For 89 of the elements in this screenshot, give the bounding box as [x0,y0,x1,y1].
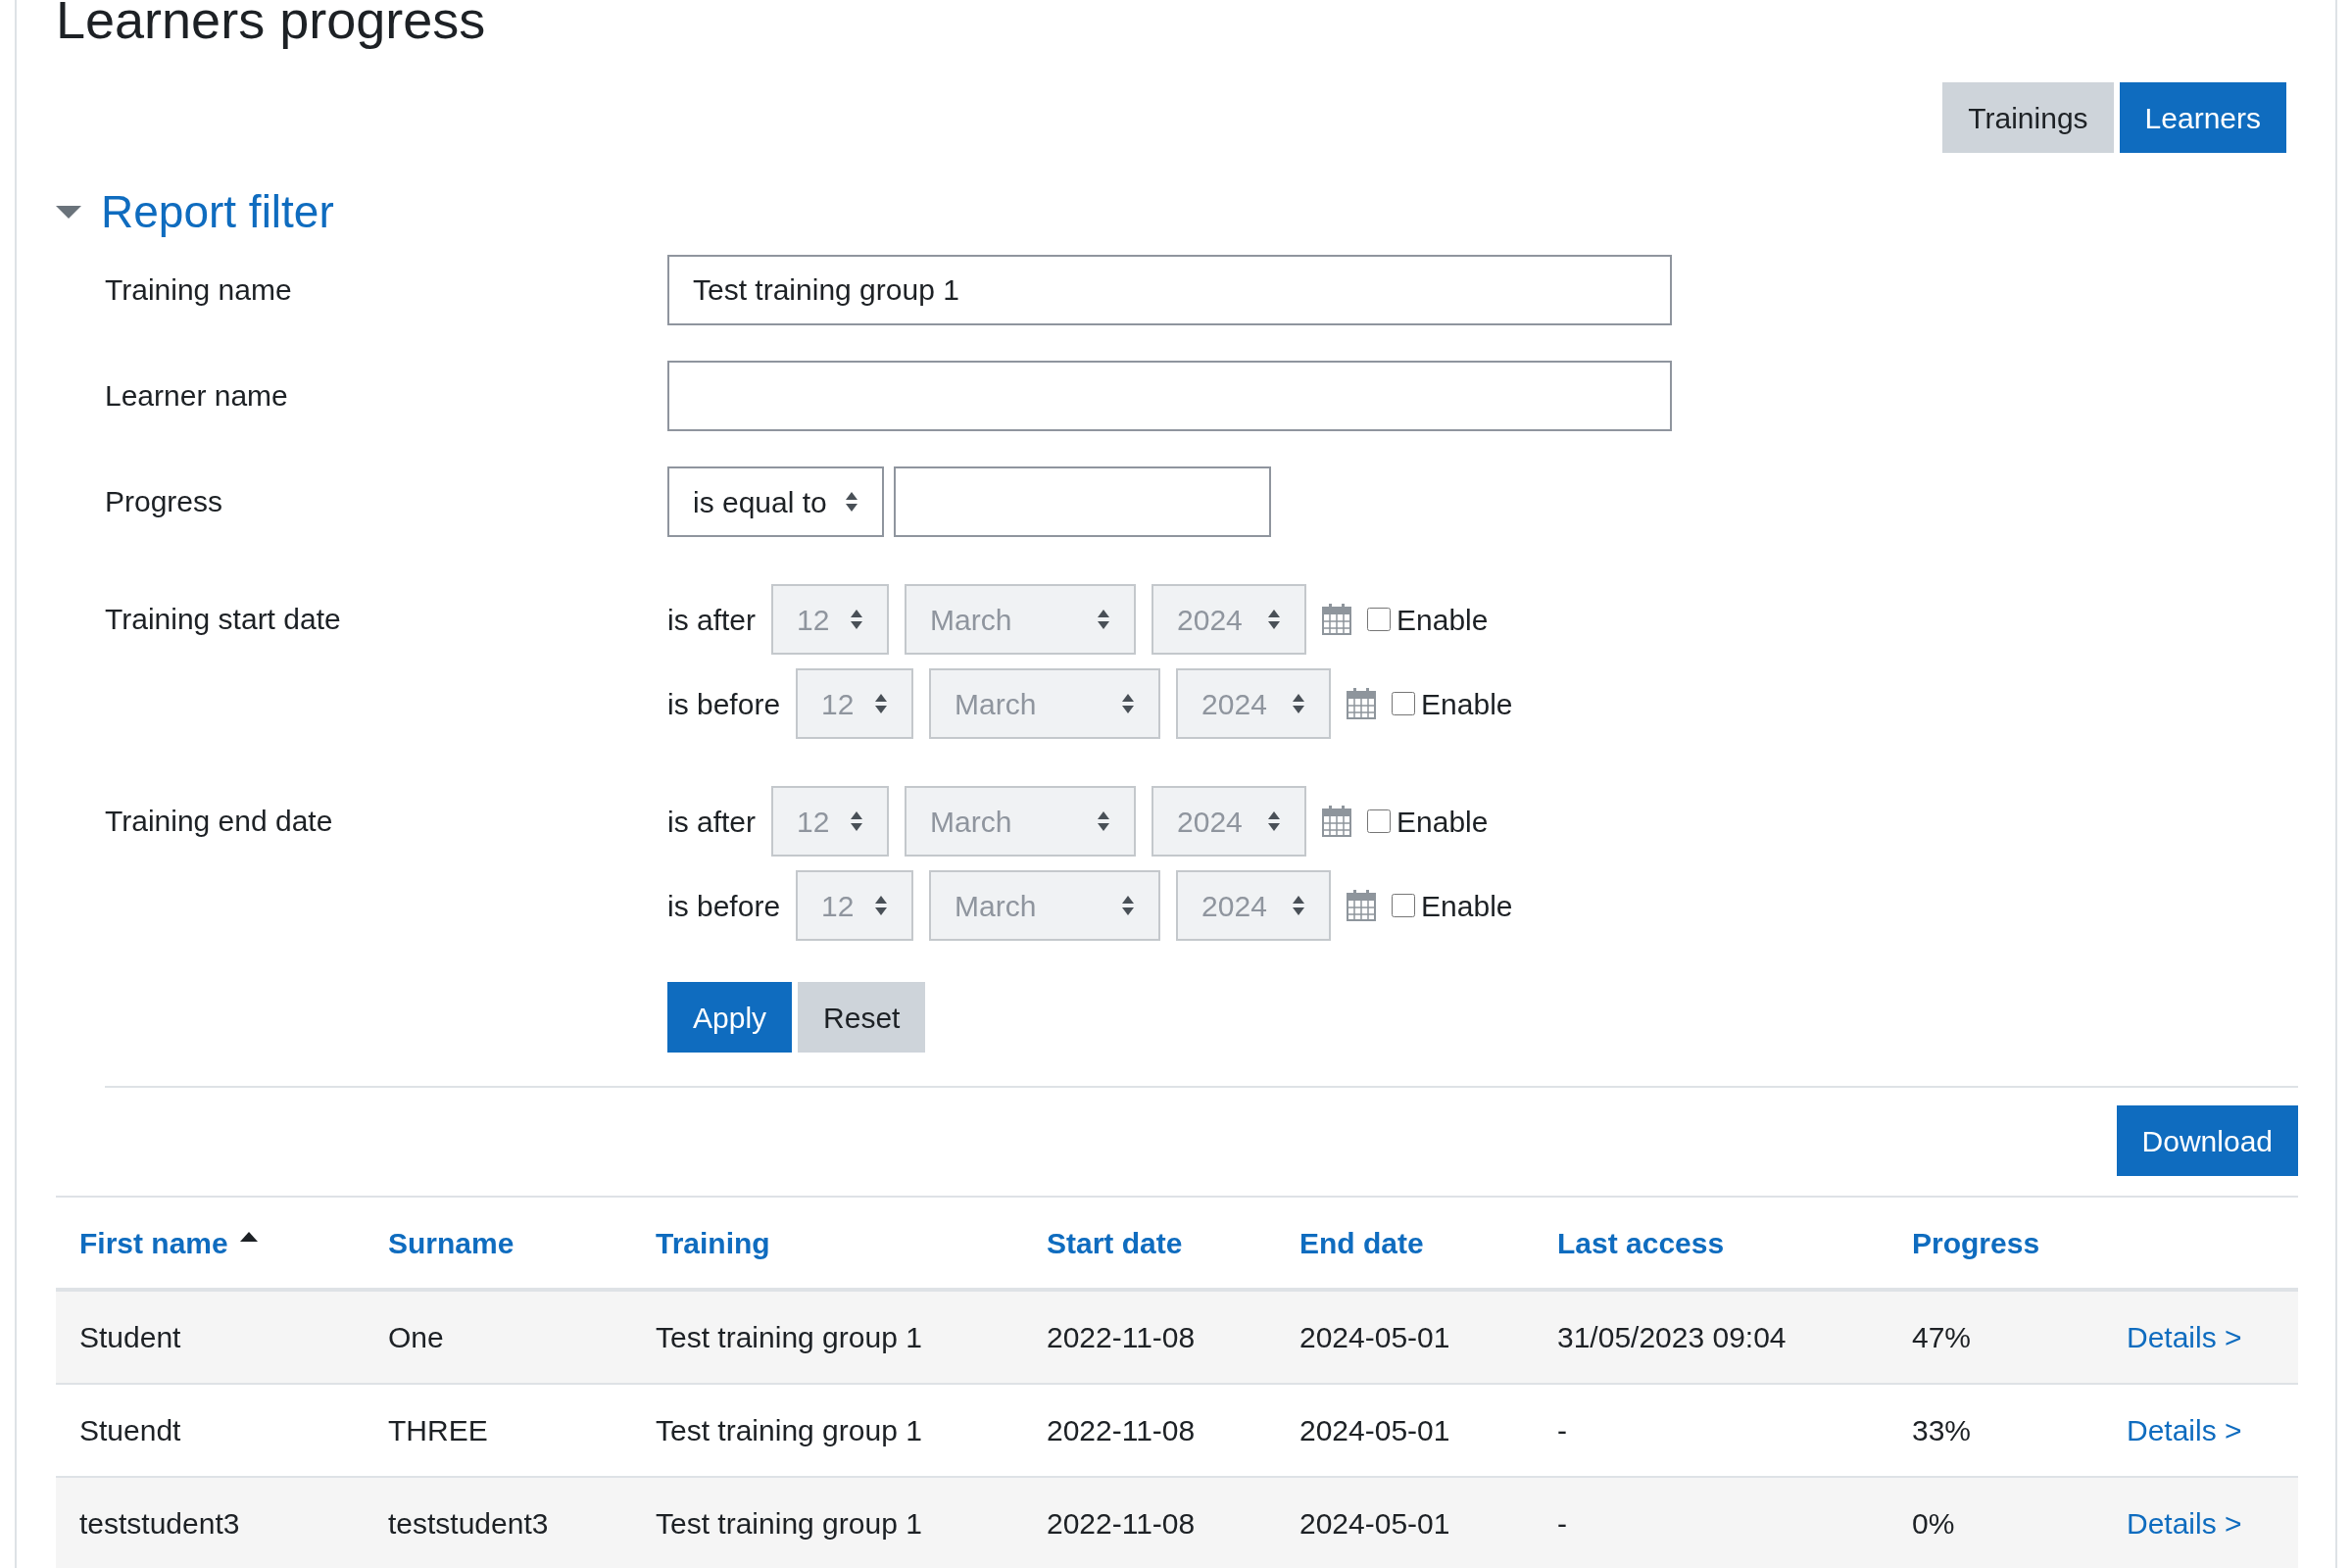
column-header[interactable]: Start date [1047,1220,1183,1265]
sort-arrows-icon [850,810,864,832]
month-select[interactable]: March [905,584,1137,655]
day-select[interactable]: 12 [771,584,890,655]
column-header[interactable]: Progress [1912,1220,2040,1265]
table-cell: Test training group 1 [656,1414,922,1446]
details-link[interactable]: Details > [2127,1414,2242,1446]
sort-arrows-icon [844,491,858,513]
year-select[interactable]: 2024 [1152,584,1307,655]
table-cell: THREE [388,1414,488,1446]
table-cell: 47% [1912,1321,1972,1353]
year-select[interactable]: 2024 [1176,668,1332,739]
sort-arrows-icon [874,693,889,714]
table-cell: - [1557,1414,1567,1446]
table-cell: Stuendt [79,1414,181,1446]
table-cell: 0% [1912,1507,1955,1540]
section-heading[interactable]: Report filter [101,184,334,239]
table-cell: - [1557,1507,1567,1540]
details-link[interactable]: Details > [2127,1321,2242,1353]
field-label: Training start date [105,602,342,637]
download-button[interactable]: Download [2116,1105,2298,1176]
details-link[interactable]: Details > [2127,1507,2242,1540]
field-label: Learner name [105,378,289,414]
checkbox-label: Enable [1421,686,1513,722]
table-cell: 31/05/2023 09:04 [1557,1321,1787,1353]
apply-button[interactable]: Apply [667,982,793,1053]
field-label: Progress [105,484,224,519]
table-cell: Test training group 1 [656,1507,922,1540]
month-select[interactable]: March [929,668,1161,739]
sort-arrows-icon [850,609,864,630]
year-select[interactable]: 2024 [1176,870,1332,941]
checkbox-label: Enable [1396,804,1489,840]
condition-label: is before [667,686,781,722]
text-field[interactable]: Test training group 1 [667,255,1672,325]
calendar-icon[interactable] [1347,890,1377,921]
table-cell: teststudent3 [388,1507,549,1540]
condition-label: is after [667,602,757,638]
table-cell: Test training group 1 [656,1321,922,1353]
sort-arrows-icon [1292,693,1306,714]
column-header[interactable]: First name [79,1220,228,1265]
view-tab[interactable]: Learners [2119,82,2286,153]
enable-checkbox[interactable] [1367,608,1392,631]
sort-arrows-icon [1121,895,1136,916]
sort-arrows-icon [1292,895,1306,916]
day-select[interactable]: 12 [771,786,890,857]
column-header[interactable]: Surname [388,1220,514,1265]
table-cell: One [388,1321,444,1353]
column-header[interactable]: End date [1299,1220,1424,1265]
checkbox-label: Enable [1396,602,1489,638]
table-cell: 2022-11-08 [1047,1507,1196,1540]
table-cell: 2022-11-08 [1047,1321,1196,1353]
calendar-icon[interactable] [1322,604,1352,635]
table-cell: 2024-05-01 [1299,1414,1450,1446]
table-cell: Student [79,1321,181,1353]
condition-label: is before [667,888,781,924]
day-select[interactable]: 12 [796,668,914,739]
table-cell: 33% [1912,1414,1972,1446]
text-field[interactable] [667,361,1672,431]
field-label: Training name [105,272,293,308]
view-tab[interactable]: Trainings [1942,82,2114,153]
column-header[interactable]: Training [656,1220,770,1265]
reset-button[interactable]: Reset [798,982,926,1053]
sort-arrows-icon [1267,810,1282,832]
month-select[interactable]: March [905,786,1137,857]
sort-arrows-icon [1097,810,1111,832]
table-cell: 2024-05-01 [1299,1507,1450,1540]
enable-checkbox[interactable] [1392,894,1416,917]
checkbox-label: Enable [1421,888,1513,924]
calendar-icon[interactable] [1347,688,1377,719]
table-cell: 2024-05-01 [1299,1321,1450,1353]
enable-checkbox[interactable] [1367,809,1392,833]
sort-arrows-icon [874,895,889,916]
table-cell: teststudent3 [79,1507,240,1540]
day-select[interactable]: 12 [796,870,914,941]
sort-arrows-icon [1097,609,1111,630]
operator-select[interactable]: is equal to [667,466,884,537]
condition-label: is after [667,804,757,840]
month-select[interactable]: March [929,870,1161,941]
caret-icon[interactable] [56,204,81,220]
page-title: Learners progress [56,0,486,51]
calendar-icon[interactable] [1322,806,1352,837]
sort-arrows-icon [1121,693,1136,714]
column-header[interactable]: Last access [1557,1220,1725,1265]
table-cell: 2022-11-08 [1047,1414,1196,1446]
field-label: Training end date [105,804,334,839]
progress-field[interactable] [893,466,1271,537]
sort-arrows-icon [1267,609,1282,630]
enable-checkbox[interactable] [1392,692,1416,715]
year-select[interactable]: 2024 [1152,786,1307,857]
